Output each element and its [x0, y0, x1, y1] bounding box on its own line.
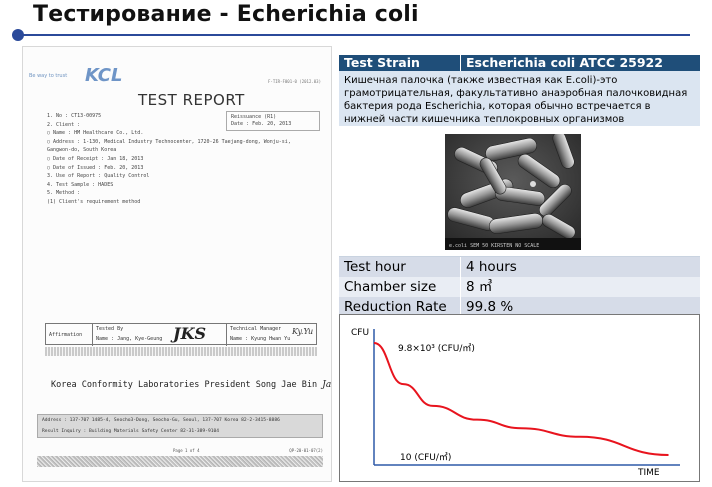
report-field: ○ Name : HM Healthcare Co., Ltd.: [47, 130, 144, 137]
lab-line: Korea Conformity Laboratories President …: [51, 380, 332, 390]
lab-name: Korea Conformity Laboratories President …: [51, 380, 318, 390]
row-value: 8 ㎥: [466, 279, 493, 295]
manager-signature: Ky.Yu: [292, 327, 314, 336]
report-field: 2. Client :: [47, 121, 81, 128]
footer-code: QP-20-01-07(2): [289, 448, 323, 453]
header-label: Test Strain: [339, 55, 461, 71]
report-field: 4. Test Sample : HADES: [47, 181, 114, 188]
report-field: ○ Date of Receipt : Jan 18, 2013: [47, 156, 144, 162]
tested-by-name: Name : Jang, Kye-Geung: [96, 336, 163, 342]
row-label: Chamber size: [339, 277, 461, 297]
jks-mark: JKS: [173, 324, 207, 343]
test-strain-table: Test Strain Escherichia coli ATCC 25922 …: [339, 55, 700, 317]
table-header: Test Strain Escherichia coli ATCC 25922: [339, 55, 700, 71]
president-signature: Jae Bin Song: [322, 380, 332, 390]
row-label: Test hour: [339, 257, 461, 277]
title-underline: [20, 34, 690, 36]
table-row: Test hour 4 hours: [339, 257, 700, 277]
report-field: 3. Use of Report : Quality Control: [47, 173, 150, 180]
end-value-label: 10 (CFU/㎥): [400, 453, 452, 463]
test-report-scan: Be way to trust KCL F-TIR-F001-0 (2012.0…: [22, 46, 332, 482]
manager-label: Technical Manager: [230, 326, 282, 332]
report-field: ○ Date of Issued : Feb. 20, 2013: [47, 164, 144, 171]
x-axis-label: TIME: [638, 468, 660, 478]
photo-row: e.coli SEM 50 KIRSTEN NO SCALE: [339, 126, 700, 257]
reduction-curve: [373, 342, 669, 456]
manager-name: Name : Kyung Hwan Yu: [230, 336, 291, 342]
fine-print: [45, 347, 317, 356]
start-value-label: 9.8×10³ (CFU/㎥): [398, 344, 475, 354]
report-field: ○ Address : 1-130, Medical Industry Tech…: [47, 138, 291, 145]
row-value: 4 hours: [466, 259, 517, 275]
address-line: Address : 137-707 1485-4, Seocho3-Dong, …: [42, 418, 280, 423]
table-rows: Test hour 4 hours Chamber size 8 ㎥ Reduc…: [339, 257, 700, 317]
report-field: (1) Client's requirement method: [47, 199, 141, 205]
security-band: [37, 456, 323, 467]
report-field: Gangwon-do, South Korea: [47, 147, 117, 154]
chart-canvas: [373, 329, 680, 466]
strain-description: Кишечная палочка (также известная как E.…: [339, 71, 700, 138]
report-field: 1. No : CT13-00975: [47, 113, 102, 119]
title-bullet-dot: [12, 29, 24, 41]
report-logo: KCL: [85, 65, 123, 86]
slide-title: Тестирование - Echerichia coli: [33, 2, 419, 27]
reduction-chart: CFU 9.8×10³ (CFU/㎥) 10 (CFU/㎥) TIME: [339, 314, 700, 482]
address-block: Address : 137-707 1485-4, Seocho3-Dong, …: [37, 414, 323, 438]
report-title: TEST REPORT: [138, 91, 245, 109]
report-tagline: Be way to trust: [29, 73, 68, 79]
header-value: Escherichia coli ATCC 25922: [466, 55, 663, 70]
page-number: Page 1 of 4: [173, 448, 200, 453]
inquiry-line: Result Inquiry : Building Materials Safe…: [42, 429, 220, 434]
ecoli-sem-photo: e.coli SEM 50 KIRSTEN NO SCALE: [445, 134, 581, 250]
report-doc-code: F-TIR-F001-0 (2012.03): [268, 79, 321, 84]
table-row: Chamber size 8 ㎥: [339, 277, 700, 297]
y-axis-label: CFU: [351, 328, 370, 338]
photo-caption: e.coli SEM 50 KIRSTEN NO SCALE: [449, 243, 540, 249]
reissuance-stamp: Reissuance (R1) Date : Feb. 20, 2013: [226, 111, 320, 131]
report-field: 5. Method :: [47, 190, 81, 197]
affirmation-label: Affirmation: [49, 332, 83, 338]
stamp-line-1: Reissuance (R1): [231, 114, 277, 120]
tested-by-label: Tested By: [96, 326, 124, 332]
stamp-line-2: Date : Feb. 20, 2013: [231, 121, 292, 127]
